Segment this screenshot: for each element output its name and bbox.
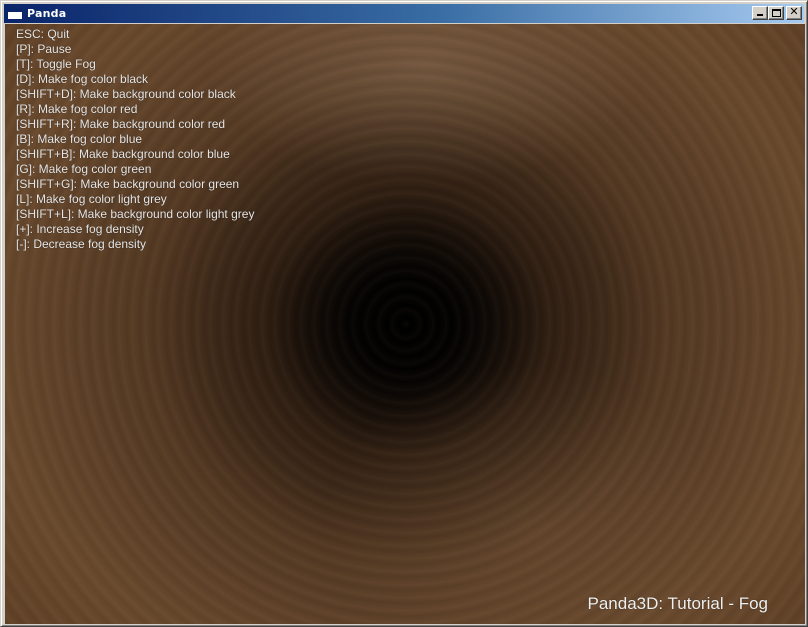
title-bar[interactable]: Panda ✕ bbox=[4, 4, 804, 23]
help-line-bg-blue: [SHIFT+B]: Make background color blue bbox=[16, 147, 230, 161]
help-line-toggle-fog: [T]: Toggle Fog bbox=[16, 57, 96, 71]
help-line-fog-light-grey: [L]: Make fog color light grey bbox=[16, 192, 167, 206]
window-title: Panda bbox=[27, 7, 67, 20]
help-line-pause: [P]: Pause bbox=[16, 42, 72, 56]
help-line-fog-green: [G]: Make fog color green bbox=[16, 162, 152, 176]
help-line-quit: ESC: Quit bbox=[16, 27, 70, 41]
window-controls: ✕ bbox=[752, 6, 802, 20]
help-line-decrease-density: [-]: Decrease fog density bbox=[16, 237, 147, 251]
maximize-button[interactable] bbox=[768, 6, 784, 20]
maximize-icon bbox=[772, 9, 781, 17]
close-icon: ✕ bbox=[789, 5, 799, 18]
app-window: Panda ✕ ESC: Quit [P]: Pause [T]: Toggle… bbox=[0, 0, 808, 627]
window-app-icon[interactable] bbox=[7, 7, 23, 20]
help-line-bg-light-grey: [SHIFT+L]: Make background color light g… bbox=[16, 207, 255, 221]
help-line-bg-red: [SHIFT+R]: Make background color red bbox=[16, 117, 226, 131]
help-line-fog-red: [R]: Make fog color red bbox=[16, 102, 138, 116]
help-line-bg-green: [SHIFT+G]: Make background color green bbox=[16, 177, 240, 191]
minimize-icon bbox=[757, 14, 763, 16]
tutorial-title: Panda3D: Tutorial - Fog bbox=[587, 594, 768, 613]
help-line-fog-blue: [B]: Make fog color blue bbox=[16, 132, 143, 146]
render-viewport[interactable]: ESC: Quit [P]: Pause [T]: Toggle Fog [D]… bbox=[5, 24, 805, 624]
help-line-increase-density: [+]: Increase fog density bbox=[16, 222, 144, 236]
close-button[interactable]: ✕ bbox=[786, 6, 802, 20]
keyboard-help-list: ESC: Quit [P]: Pause [T]: Toggle Fog [D]… bbox=[16, 27, 254, 252]
help-line-fog-black: [D]: Make fog color black bbox=[16, 72, 149, 86]
help-line-bg-black: [SHIFT+D]: Make background color black bbox=[16, 87, 236, 101]
minimize-button[interactable] bbox=[752, 6, 768, 20]
